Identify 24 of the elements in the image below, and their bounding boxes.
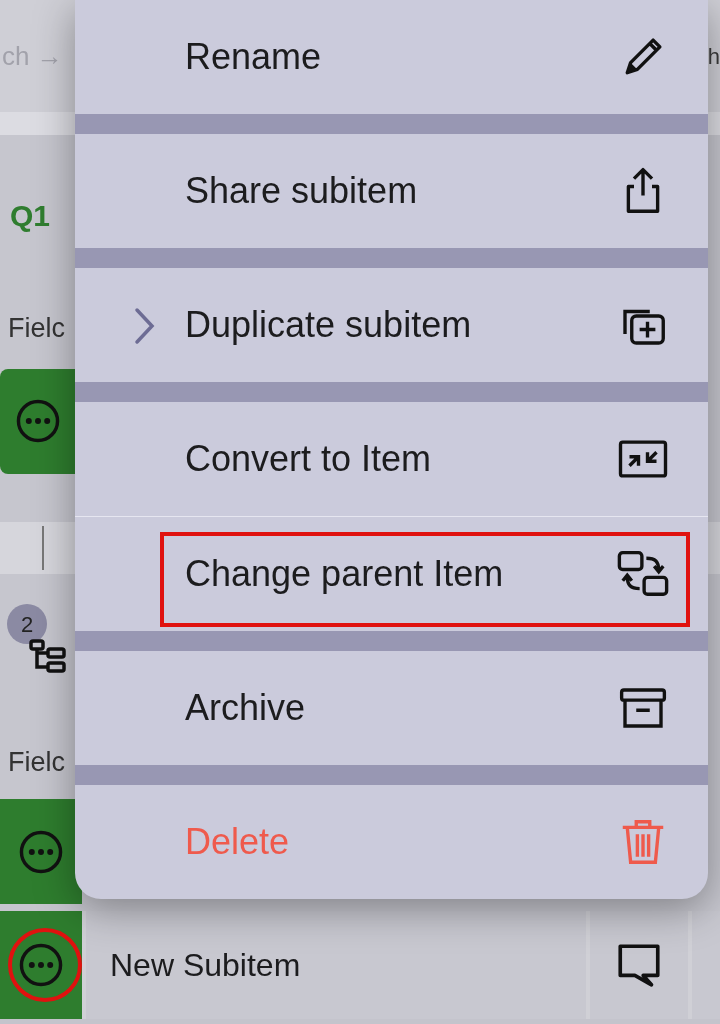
field-label: Fielc [8,746,65,779]
chevron-icon [133,306,157,346]
hierarchy-icon[interactable] [28,636,68,676]
more-icon[interactable] [18,942,64,988]
field-label: Fielc [8,312,65,345]
menu-label: Delete [185,820,291,864]
menu-label: Archive [185,686,307,730]
menu-item[interactable]: Change parent Item [75,517,708,631]
group-title: Q1 [10,198,52,234]
menu-item[interactable]: Archive [75,651,708,765]
more-icon[interactable] [15,398,61,444]
menu-item[interactable]: Rename [75,0,708,114]
menu-label: Convert to Item [185,437,433,481]
header-text: h [707,42,720,71]
menu-label: Rename [185,35,323,79]
menu-item[interactable]: Duplicate subitem [75,268,708,382]
count-badge: 2 [7,604,47,644]
menu-item[interactable]: Convert to Item [75,402,708,516]
menu-item[interactable]: Share subitem [75,134,708,248]
menu-label: Duplicate subitem [185,303,473,347]
menu-label: Change parent Item [185,552,505,596]
subitem-name: New Subitem [86,911,586,1019]
menu-label: Share subitem [185,169,419,213]
more-icon[interactable] [18,828,64,875]
